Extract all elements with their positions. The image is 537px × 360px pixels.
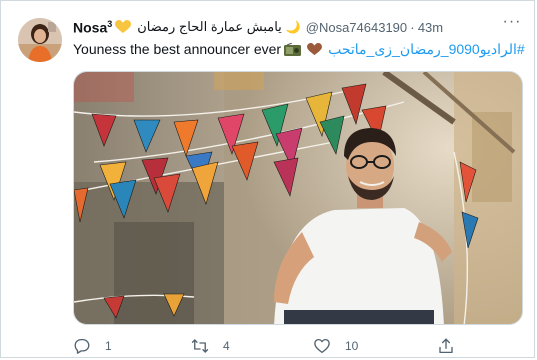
author-display-arabic: يامبش عمارة الحاج رمضان (137, 19, 282, 34)
crescent-moon-icon: 🌙 (285, 20, 301, 34)
retweet-icon (191, 339, 209, 353)
author-handle[interactable]: @Nosa74643190 (306, 20, 407, 35)
like-count: 10 (345, 339, 359, 353)
tweet-card[interactable]: Nosa3 يامبش عمارة الحاج رمضان 🌙 @Nosa746… (0, 0, 535, 358)
author-name[interactable]: Nosa3 (73, 19, 112, 36)
hashtag-link[interactable]: #الراديو9090_رمضان_زى_ماتحب (328, 41, 525, 58)
retweet-button[interactable]: 4 (191, 337, 230, 355)
reply-button[interactable]: 1 (73, 337, 112, 355)
share-icon (439, 338, 453, 354)
yellow-heart-icon (115, 20, 132, 33)
separator-dot: · (410, 19, 415, 35)
avatar-image (18, 18, 62, 62)
tweet-body: Youness the best announcer ever (73, 41, 282, 57)
tweet-photo[interactable] (73, 71, 523, 325)
radio-icon (284, 42, 302, 56)
tweet-actions: 1 4 10 (73, 337, 533, 357)
like-icon (314, 338, 330, 354)
tweet-header: Nosa3 يامبش عمارة الحاج رمضان 🌙 @Nosa746… (73, 17, 443, 37)
share-button[interactable] (437, 337, 469, 355)
tweet-time[interactable]: 43m (418, 20, 443, 35)
tweet-text: Youness the best announcer ever #الراديو… (73, 39, 525, 59)
avatar[interactable] (18, 18, 62, 62)
photo-scene (74, 72, 522, 324)
like-button[interactable]: 10 (313, 337, 358, 355)
brown-heart-icon (307, 42, 323, 55)
more-icon[interactable]: ··· (502, 14, 522, 35)
reply-icon (74, 338, 90, 354)
retweet-count: 4 (223, 339, 230, 353)
reply-count: 1 (105, 339, 112, 353)
